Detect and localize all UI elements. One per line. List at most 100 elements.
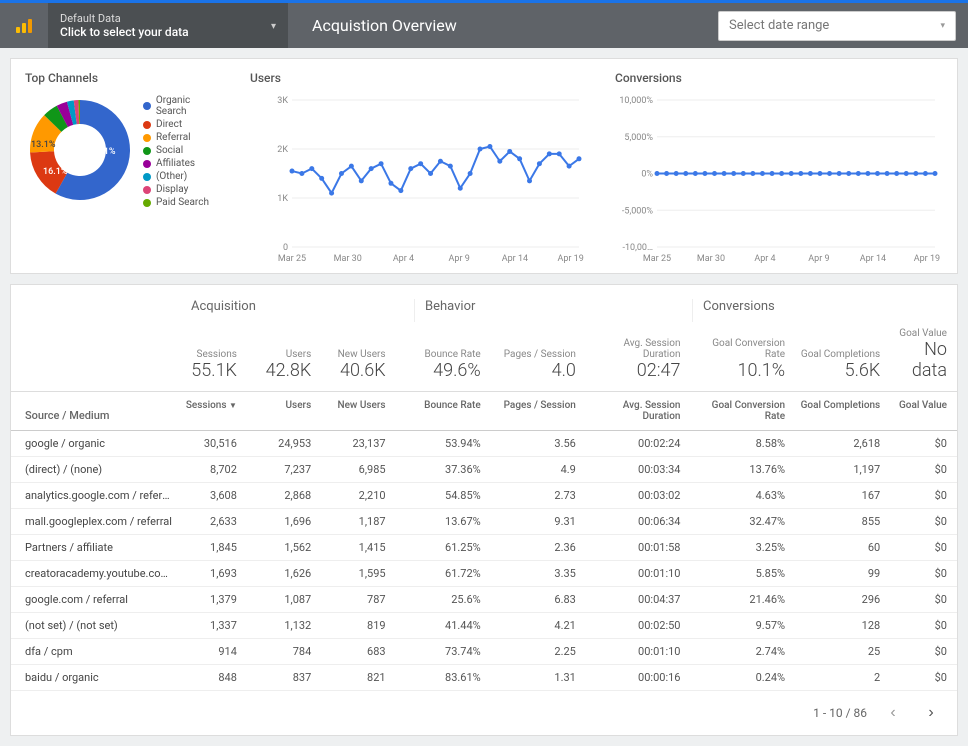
cell-bounce: 73.74% (396, 645, 491, 658)
date-range-picker[interactable]: Select date range ▾ (718, 11, 956, 41)
users-line-chart[interactable]: 01K2K3KMar 25Mar 30Apr 4Apr 9Apr 14Apr 1… (250, 95, 587, 265)
table-row[interactable]: google / organic30,51624,95323,13753.94%… (11, 431, 957, 457)
table-row[interactable]: mall.googleplex.com / referral2,6331,696… (11, 509, 957, 535)
cell-sessions: 848 (173, 671, 247, 684)
legend-item[interactable]: (Other) (143, 171, 222, 182)
next-page-button[interactable]: › (919, 701, 943, 725)
cell-gcomp: 128 (795, 619, 890, 632)
chevron-down-icon: ▾ (940, 21, 945, 31)
cell-bounce: 13.67% (396, 515, 491, 528)
colhead-pps[interactable]: Pages / Session (491, 400, 586, 422)
panel-title: Conversions (615, 71, 943, 85)
svg-text:Apr 9: Apr 9 (808, 254, 829, 264)
cell-gcr: 3.25% (690, 541, 795, 554)
legend-label: (Other) (156, 171, 187, 182)
group-acquisition: Acquisition (181, 299, 415, 322)
cell-newusers: 787 (321, 593, 395, 606)
legend-item[interactable]: Social (143, 145, 222, 156)
cell-newusers: 1,415 (321, 541, 395, 554)
colhead-newusers[interactable]: New Users (321, 400, 395, 422)
users-panel: Users 01K2K3KMar 25Mar 30Apr 4Apr 9Apr 1… (236, 59, 601, 273)
table-row[interactable]: analytics.google.com / referral3,6082,86… (11, 483, 957, 509)
table-row[interactable]: (not set) / (not set)1,3371,13281941.44%… (11, 613, 957, 639)
group-conversions: Conversions (693, 299, 957, 322)
summary-pps: Pages / Session4.0 (491, 349, 586, 381)
svg-text:Mar 25: Mar 25 (643, 254, 671, 264)
conversions-line-chart[interactable]: -10,00…-5,000%0%5,000%10,000%Mar 25Mar 3… (615, 95, 943, 265)
table-row[interactable]: baidu / organic84883782183.61%1.3100:00:… (11, 665, 957, 691)
cell-dur: 00:03:34 (586, 463, 691, 476)
cell-sessions: 1,337 (173, 619, 247, 632)
svg-text:Apr 19: Apr 19 (557, 254, 583, 264)
colhead-gcr[interactable]: Goal Conversion Rate (690, 400, 795, 422)
colhead-dur[interactable]: Avg. Session Duration (586, 400, 691, 422)
legend-item[interactable]: Affiliates (143, 158, 222, 169)
summary-gcr: Goal Conversion Rate10.1% (690, 338, 795, 381)
cell-source: Partners / affiliate (11, 541, 173, 554)
slice-label: 13.1% (31, 140, 55, 150)
colhead-gcomp[interactable]: Goal Completions (795, 400, 890, 422)
legend-item[interactable]: Referral (143, 132, 222, 143)
cell-users: 1,087 (247, 593, 321, 606)
colhead-gval[interactable]: Goal Value (890, 400, 957, 422)
svg-text:Apr 9: Apr 9 (449, 254, 470, 264)
colhead-users[interactable]: Users (247, 400, 321, 422)
cell-sessions: 8,702 (173, 463, 247, 476)
cell-gcr: 8.58% (690, 437, 795, 450)
table-row[interactable]: (direct) / (none)8,7027,2376,98537.36%4.… (11, 457, 957, 483)
data-source-sub: Click to select your data (60, 25, 189, 39)
source-medium-header[interactable]: Source / Medium (11, 400, 173, 422)
prev-page-button[interactable]: ‹ (881, 701, 905, 725)
date-range-label: Select date range (729, 18, 829, 33)
table-row[interactable]: creatoracademy.youtube.co…1,6931,6261,59… (11, 561, 957, 587)
table-row[interactable]: Partners / affiliate1,8451,5621,41561.25… (11, 535, 957, 561)
cell-pps: 9.31 (491, 515, 586, 528)
cell-dur: 00:01:10 (586, 645, 691, 658)
legend-label: Social (156, 145, 183, 156)
svg-text:Apr 19: Apr 19 (914, 254, 940, 264)
legend-label: Affiliates (156, 158, 195, 169)
svg-text:1K: 1K (277, 194, 288, 204)
cell-gcomp: 2,618 (795, 437, 890, 450)
colhead-bounce[interactable]: Bounce Rate (396, 400, 491, 422)
svg-text:3K: 3K (277, 96, 288, 106)
legend-item[interactable]: Display (143, 184, 222, 195)
cell-pps: 4.21 (491, 619, 586, 632)
cell-sessions: 914 (173, 645, 247, 658)
swatch-icon (143, 134, 151, 142)
cell-users: 7,237 (247, 463, 321, 476)
legend-item[interactable]: Organic Search (143, 95, 222, 117)
table-row[interactable]: dfa / cpm91478468373.74%2.2500:01:102.74… (11, 639, 957, 665)
cell-gcr: 9.57% (690, 619, 795, 632)
table-row[interactable]: google.com / referral1,3791,08778725.6%6… (11, 587, 957, 613)
summary-sessions: Sessions55.1K (173, 349, 247, 381)
cell-source: (direct) / (none) (11, 463, 173, 476)
cell-newusers: 1,187 (321, 515, 395, 528)
svg-text:-10,00…: -10,00… (622, 243, 653, 253)
cell-bounce: 41.44% (396, 619, 491, 632)
legend-item[interactable]: Direct (143, 119, 222, 130)
table-group-header: Acquisition Behavior Conversions (11, 285, 957, 322)
cell-newusers: 1,595 (321, 567, 395, 580)
cell-gcomp: 167 (795, 489, 890, 502)
cell-gcomp: 296 (795, 593, 890, 606)
cell-pps: 1.31 (491, 671, 586, 684)
data-source-selector[interactable]: Default Data Click to select your data ▾ (48, 3, 288, 48)
donut-chart[interactable]: 58.1% 16.1% 13.1% (25, 95, 135, 205)
charts-row: Top Channels 58.1% 16.1% 13.1% Organic S… (10, 58, 958, 274)
legend-item[interactable]: Paid Search (143, 197, 222, 208)
cell-bounce: 25.6% (396, 593, 491, 606)
cell-bounce: 53.94% (396, 437, 491, 450)
cell-gcr: 21.46% (690, 593, 795, 606)
cell-sessions: 1,693 (173, 567, 247, 580)
cell-gval: $0 (890, 567, 957, 580)
cell-bounce: 61.25% (396, 541, 491, 554)
group-behavior: Behavior (415, 299, 693, 322)
pager: 1 - 10 / 86 ‹ › (11, 691, 957, 735)
cell-users: 2,868 (247, 489, 321, 502)
cell-gcomp: 99 (795, 567, 890, 580)
colhead-sessions[interactable]: Sessions ▼ (173, 400, 247, 422)
summary-newusers: New Users40.6K (321, 349, 395, 381)
topbar: Default Data Click to select your data ▾… (0, 0, 968, 48)
legend-label: Direct (156, 119, 182, 130)
